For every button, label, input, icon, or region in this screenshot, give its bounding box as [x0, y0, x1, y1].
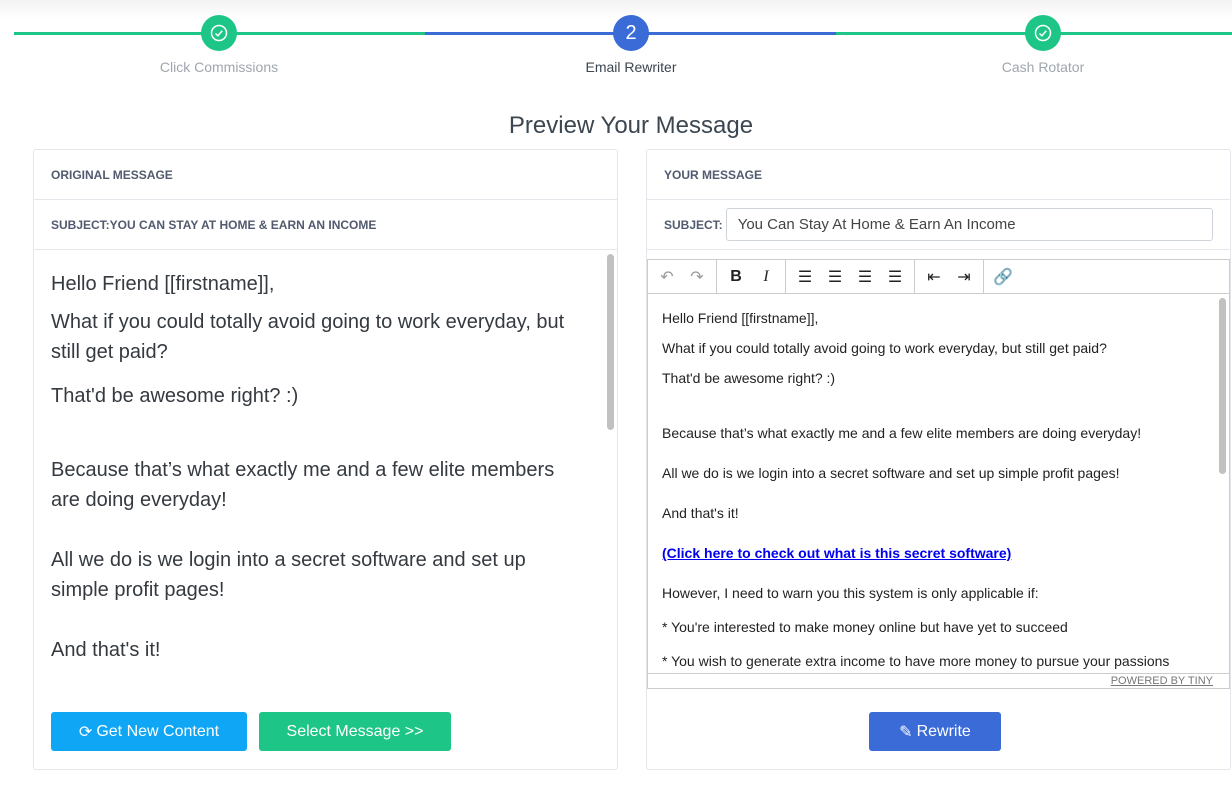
- rewrite-button[interactable]: ✎ Rewrite: [869, 712, 1001, 751]
- paragraph: * You're interested to make money online…: [662, 619, 1068, 635]
- justify-icon[interactable]: ☰: [880, 267, 910, 287]
- paragraph: What if you could totally avoid going to…: [662, 340, 1107, 356]
- outdent-icon[interactable]: ⇤: [919, 267, 949, 287]
- editor-scrollbar[interactable]: [1219, 298, 1226, 474]
- your-message-card: YOUR MESSAGE SUBJECT: You Can Stay At Hom…: [646, 149, 1231, 770]
- paragraph: Hello Friend [[firstname]],: [51, 273, 275, 295]
- undo-icon[interactable]: ↶: [652, 267, 682, 287]
- get-new-content-button[interactable]: ⟳ Get New Content: [51, 712, 247, 751]
- your-header: YOUR MESSAGE: [647, 150, 1230, 200]
- pencil-icon: ✎: [899, 723, 913, 741]
- paragraph: However, I need to warn you this system …: [662, 585, 1039, 601]
- original-message-card: ORIGINAL MESSAGE SUBJECT:YOU CAN STAY AT…: [33, 149, 618, 770]
- paragraph: All we do is we login into a secret soft…: [51, 549, 526, 601]
- paragraph: What if you could totally avoid going to…: [51, 311, 565, 363]
- redo-icon[interactable]: ↷: [682, 267, 712, 287]
- scrollbar[interactable]: [607, 254, 614, 430]
- step-3-label: Cash Rotator: [1001, 59, 1085, 75]
- step-2-number[interactable]: 2: [613, 15, 649, 51]
- powered-by-tiny-link[interactable]: POWERED BY TINY: [1111, 675, 1213, 687]
- subject-label: SUBJECT:: [664, 217, 723, 232]
- paragraph: Because that’s what exactly me and a few…: [662, 425, 1142, 441]
- paragraph: Hello Friend [[firstname]],: [662, 310, 819, 326]
- paragraph: And that's it!: [662, 505, 739, 521]
- get-new-label: Get New Content: [96, 722, 220, 740]
- paragraph: That'd be awesome right? :): [51, 385, 299, 407]
- original-content: Hello Friend [[firstname]], What if you …: [34, 251, 603, 701]
- subject-input[interactable]: You Can Stay At Home & Earn An Income: [725, 208, 1213, 241]
- paragraph: Because that’s what exactly me and a few…: [51, 459, 555, 511]
- step-3-check-icon[interactable]: [1025, 15, 1061, 51]
- step-2-label: Email Rewriter: [585, 59, 677, 75]
- secret-software-link[interactable]: (Click here to check out what is this se…: [662, 543, 1203, 563]
- paragraph: That'd be awesome right? :): [662, 370, 836, 386]
- align-left-icon[interactable]: ☰: [790, 267, 820, 287]
- page-title: Preview Your Message: [508, 112, 754, 139]
- align-center-icon[interactable]: ☰: [820, 267, 850, 287]
- link-icon[interactable]: 🔗: [988, 267, 1018, 287]
- paragraph: And that's it!: [51, 639, 161, 661]
- editor-content[interactable]: Hello Friend [[firstname]], What if you …: [648, 294, 1217, 674]
- rich-text-editor: ↶ ↷ BI ☰ ☰ ☰ ☰ ⇤ ⇥ 🔗 Hello Friend [[firstname…: [647, 259, 1230, 689]
- bold-icon[interactable]: B: [721, 268, 751, 286]
- step-1-label: Click Commissions: [159, 59, 279, 75]
- original-header: ORIGINAL MESSAGE: [34, 150, 617, 200]
- original-subject: SUBJECT:YOU CAN STAY AT HOME & EARN AN I…: [34, 200, 617, 250]
- editor-statusbar: POWERED BY TINY: [648, 673, 1229, 688]
- step-1-check-icon[interactable]: [201, 15, 237, 51]
- paragraph: All we do is we login into a secret soft…: [662, 465, 1120, 481]
- indent-icon[interactable]: ⇥: [949, 267, 979, 287]
- refresh-icon: ⟳: [78, 723, 93, 741]
- align-right-icon[interactable]: ☰: [850, 267, 880, 287]
- rewrite-label: Rewrite: [916, 722, 971, 740]
- subject-row: SUBJECT: You Can Stay At Home & Earn An I…: [647, 200, 1230, 250]
- paragraph: * You wish to generate extra income to h…: [662, 653, 1170, 669]
- select-message-button[interactable]: Select Message >>: [259, 712, 451, 751]
- italic-icon[interactable]: I: [751, 268, 781, 286]
- editor-toolbar: ↶ ↷ BI ☰ ☰ ☰ ☰ ⇤ ⇥ 🔗: [648, 260, 1229, 294]
